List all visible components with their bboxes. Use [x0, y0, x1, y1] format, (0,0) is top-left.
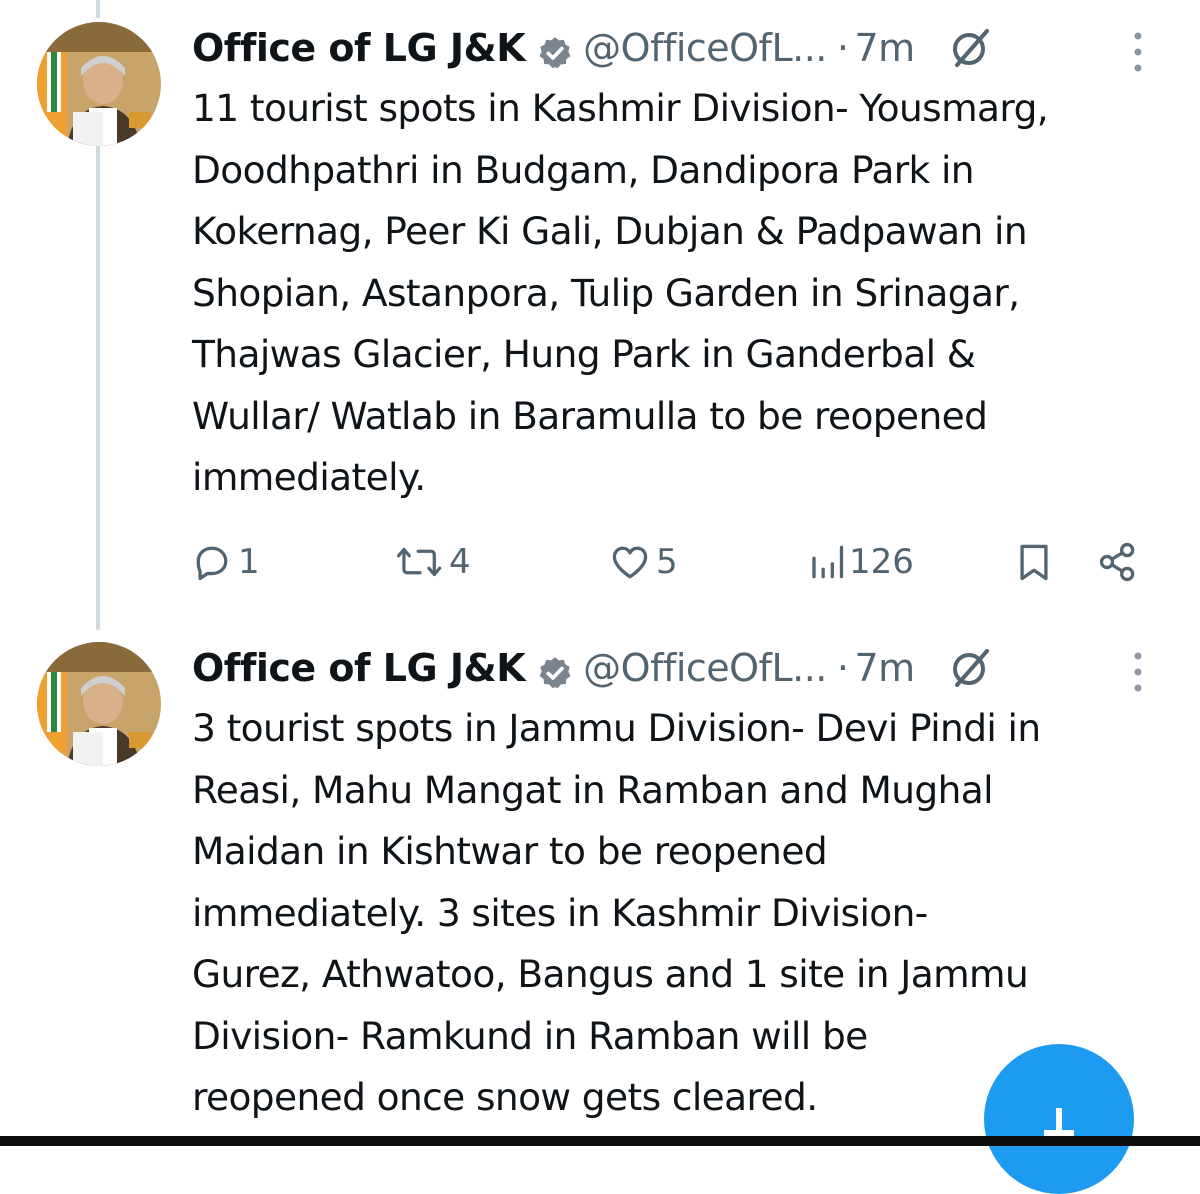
like-count: 5 [656, 542, 678, 582]
tweet-header: Office of LG J&K @OfficeOfL... · 7m [192, 640, 995, 696]
tweet-header: Office of LG J&K @OfficeOfL... · 7m [192, 20, 995, 76]
author-handle[interactable]: @OfficeOfL... [583, 20, 827, 76]
grok-icon[interactable] [945, 23, 995, 73]
separator-dot: · [836, 646, 849, 690]
reply-count: 1 [238, 542, 260, 582]
avatar[interactable] [37, 22, 161, 146]
verified-badge-icon [537, 650, 573, 689]
more-options-icon[interactable] [1128, 650, 1148, 694]
bottom-edge-bar [0, 1136, 1200, 1146]
reply-icon [196, 546, 228, 581]
views-icon [812, 545, 844, 579]
tweet-text: 11 tourist spots in Kashmir Division- Yo… [192, 86, 1049, 499]
tweet-card[interactable]: Office of LG J&K @OfficeOfL... · 7m 3 to… [0, 620, 1200, 1120]
separator-dot: · [836, 26, 849, 70]
timestamp[interactable]: 7m [854, 640, 915, 696]
author-handle[interactable]: @OfficeOfL... [583, 640, 827, 696]
retweet-button[interactable]: 4 [395, 532, 471, 592]
more-options-icon[interactable] [1128, 30, 1148, 74]
retweet-count: 4 [449, 542, 471, 582]
share-button[interactable] [1096, 532, 1140, 592]
tweet-card[interactable]: Office of LG J&K @OfficeOfL... · 7m 11 t… [0, 0, 1200, 620]
author-name[interactable]: Office of LG J&K [192, 640, 526, 696]
grok-icon[interactable] [945, 643, 995, 693]
like-icon [612, 546, 648, 579]
bookmark-button[interactable] [1012, 532, 1056, 592]
like-button[interactable]: 5 [608, 532, 678, 592]
author-name[interactable]: Office of LG J&K [192, 20, 526, 76]
verified-badge-icon [537, 30, 573, 69]
reply-button[interactable]: 1 [190, 532, 260, 592]
views-count: 126 [849, 542, 914, 582]
avatar[interactable] [37, 642, 161, 766]
timestamp[interactable]: 7m [854, 20, 915, 76]
tweet-actions: 1 4 5 126 [190, 532, 1150, 592]
retweet-icon [396, 547, 442, 577]
bookmark-icon [1020, 544, 1048, 581]
views-button[interactable]: 126 [805, 532, 914, 592]
share-icon [1099, 542, 1135, 582]
